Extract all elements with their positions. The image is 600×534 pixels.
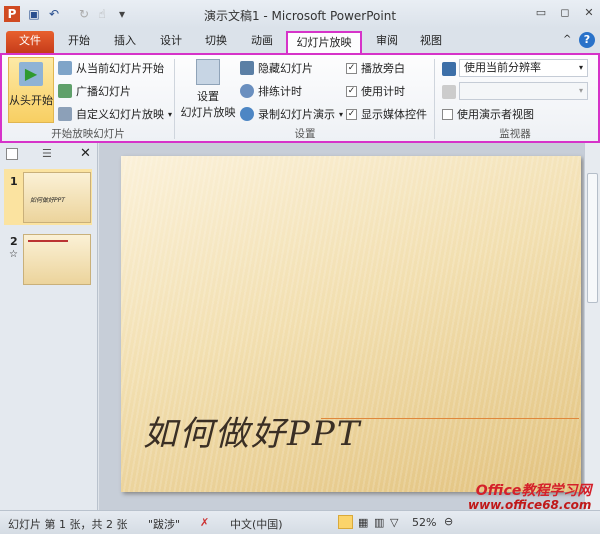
label: 自定义幻灯片放映 [76, 108, 164, 121]
group-label-setup: 设置 [294, 128, 316, 140]
custom-show-icon [58, 107, 72, 121]
monitor-icon [442, 85, 456, 99]
slide-number: 1 [10, 175, 18, 188]
broadcast-button[interactable]: 广播幻灯片 [58, 83, 131, 99]
setup-slideshow-button[interactable]: 设置 幻灯片放映 [180, 57, 236, 120]
vertical-scrollbar[interactable] [584, 143, 600, 510]
rehearse-icon [240, 84, 254, 98]
custom-slideshow-button[interactable]: 自定义幻灯片放映 ▾ [58, 106, 172, 122]
reading-view-icon[interactable]: ▥ [374, 516, 384, 529]
tab-insert[interactable]: 插入 [106, 31, 144, 53]
label: 录制幻灯片演示 [258, 108, 335, 121]
close-pane-icon[interactable]: ✕ [80, 146, 91, 161]
setup-label-2: 幻灯片放映 [180, 106, 236, 119]
status-bar: 幻灯片 第 1 张，共 2 张 "跋涉" ✗ 中文(中国) ▦ ▥ ▽ 52% … [0, 510, 600, 534]
collapse-ribbon-icon[interactable]: ^ [563, 34, 571, 45]
zoom-level[interactable]: 52% [412, 516, 436, 529]
record-slideshow-button[interactable]: 录制幻灯片演示 ▾ [240, 106, 343, 122]
help-icon[interactable]: ? [579, 32, 595, 48]
record-icon [240, 107, 254, 121]
divider [174, 59, 175, 139]
slide-canvas[interactable]: 如何做好PPT [121, 156, 581, 492]
minimize-icon[interactable]: ▭ [532, 6, 550, 20]
slideshow-view-icon[interactable]: ▽ [390, 516, 398, 529]
resolution-icon [442, 62, 456, 76]
hide-slide-button[interactable]: 隐藏幻灯片 [240, 60, 313, 76]
show-media-controls-checkbox[interactable]: ✓ 显示媒体控件 [346, 106, 427, 122]
tab-design[interactable]: 设计 [152, 31, 190, 53]
use-timings-checkbox[interactable]: ✓ 使用计时 [346, 83, 405, 99]
resolution-dropdown[interactable]: 使用当前分辨率 ▾ [459, 59, 588, 77]
tab-file[interactable]: 文件 [6, 31, 54, 53]
dropdown-arrow-icon: ▾ [339, 109, 344, 119]
group-label-start: 开始放映幻灯片 [51, 128, 125, 140]
slide-icon [58, 61, 72, 75]
tab-view[interactable]: 视图 [412, 31, 450, 53]
from-beginning-label: 从头开始 [9, 94, 53, 107]
label: 使用演示者视图 [457, 108, 534, 121]
show-on-dropdown[interactable]: ▾ [459, 82, 588, 100]
animation-star-icon: ☆ [9, 249, 18, 260]
checkbox-unchecked-icon [442, 108, 453, 120]
broadcast-icon [58, 84, 72, 98]
maximize-icon[interactable]: ◻ [556, 6, 574, 20]
hide-slide-icon [240, 61, 254, 75]
setup-label-1: 设置 [197, 90, 219, 103]
resolution-value: 使用当前分辨率 [464, 61, 541, 74]
from-beginning-button[interactable]: ▶ 从头开始 [8, 57, 54, 123]
spellcheck-icon[interactable]: ✗ [200, 516, 209, 529]
tab-review[interactable]: 审阅 [368, 31, 406, 53]
tab-animations[interactable]: 动画 [243, 31, 281, 53]
play-narrations-checkbox[interactable]: ✓ 播放旁白 [346, 60, 405, 76]
title-line [321, 418, 579, 419]
language[interactable]: 中文(中国) [230, 516, 283, 532]
normal-view-icon[interactable] [338, 515, 353, 529]
slide-counter: 幻灯片 第 1 张，共 2 张 [8, 518, 128, 531]
watermark-line1: Office教程学习网 [475, 483, 592, 499]
ribbon-tabs: 文件 开始 插入 设计 切换 动画 幻灯片放映 审阅 视图 ^ ? [0, 28, 600, 53]
tab-home[interactable]: 开始 [60, 31, 98, 53]
group-label-monitors: 监视器 [499, 128, 531, 140]
slide-title[interactable]: 如何做好PPT [143, 406, 361, 455]
dropdown-arrow-icon: ▾ [168, 109, 173, 119]
slide-thumbnail-2[interactable] [23, 234, 91, 285]
label: 使用计时 [361, 85, 405, 98]
label: 播放旁白 [361, 62, 405, 75]
checkbox-checked-icon: ✓ [346, 62, 357, 74]
from-current-slide-button[interactable]: 从当前幻灯片开始 [58, 60, 164, 76]
ribbon: ▶ 从头开始 从当前幻灯片开始 广播幻灯片 自定义幻灯片放映 ▾ 开始放映幻灯片 … [0, 53, 600, 143]
label: 隐藏幻灯片 [258, 62, 313, 75]
checkbox-checked-icon: ✓ [346, 108, 357, 120]
zoom-out-icon[interactable]: ⊖ [444, 515, 453, 528]
slide-thumbnail-1[interactable]: 如何做好PPT [23, 172, 91, 223]
checkbox-checked-icon: ✓ [346, 85, 357, 97]
label: 排练计时 [258, 85, 302, 98]
setup-icon [196, 59, 220, 85]
title-bar: P ▣ ↶ ↻ ☝ ▾ 演示文稿1 - Microsoft PowerPoint… [0, 0, 600, 28]
thumb-title: 如何做好PPT [30, 197, 65, 204]
slides-tab-icon[interactable] [6, 148, 18, 160]
label: 显示媒体控件 [361, 108, 427, 121]
rehearse-timings-button[interactable]: 排练计时 [240, 83, 302, 99]
chevron-down-icon: ▾ [578, 63, 583, 72]
presenter-view-checkbox[interactable]: 使用演示者视图 [442, 106, 534, 122]
tab-transitions[interactable]: 切换 [197, 31, 235, 53]
theme-name[interactable]: "跋涉" [148, 516, 180, 532]
play-slideshow-icon: ▶ [19, 62, 43, 86]
scroll-thumb[interactable] [587, 173, 598, 303]
tab-slide-show[interactable]: 幻灯片放映 [286, 31, 362, 53]
slides-pane: ☰ ✕ 1 如何做好PPT 2 ☆ [0, 143, 98, 510]
window-title: 演示文稿1 - Microsoft PowerPoint [203, 9, 397, 23]
outline-tab-icon[interactable]: ☰ [42, 147, 52, 160]
chevron-down-icon: ▾ [578, 86, 583, 95]
slide-sorter-icon[interactable]: ▦ [358, 516, 368, 529]
label: 从当前幻灯片开始 [76, 62, 164, 75]
close-icon[interactable]: ✕ [580, 6, 598, 20]
slide-number: 2 [10, 235, 18, 248]
watermark: Office教程学习网 www.office68.com [468, 484, 591, 512]
label: 广播幻灯片 [76, 85, 131, 98]
